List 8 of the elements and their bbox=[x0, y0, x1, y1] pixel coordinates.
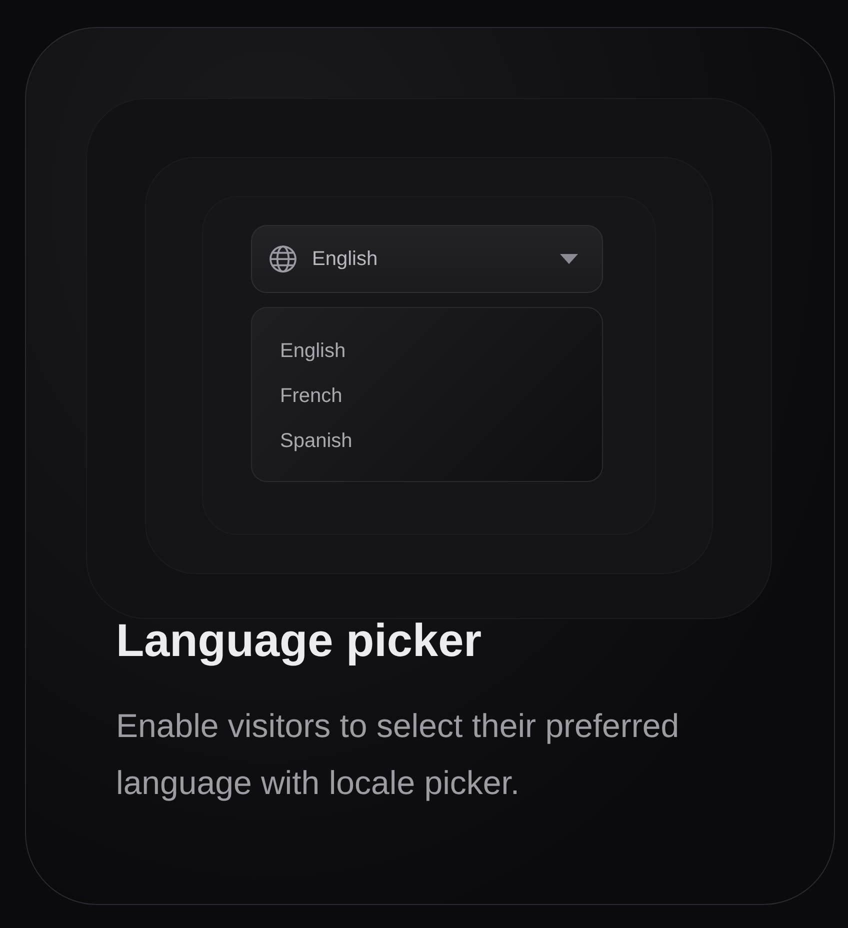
globe-icon bbox=[268, 244, 298, 274]
caret-icon bbox=[560, 254, 578, 264]
language-select[interactable]: English bbox=[251, 225, 603, 293]
card-title: Language picker bbox=[116, 613, 483, 667]
language-option[interactable]: English bbox=[268, 332, 586, 371]
language-option[interactable]: French bbox=[268, 377, 586, 416]
card-description: Enable visitors to select their preferred language with locale picker. bbox=[116, 706, 680, 803]
language-option[interactable]: Spanish bbox=[268, 422, 586, 461]
